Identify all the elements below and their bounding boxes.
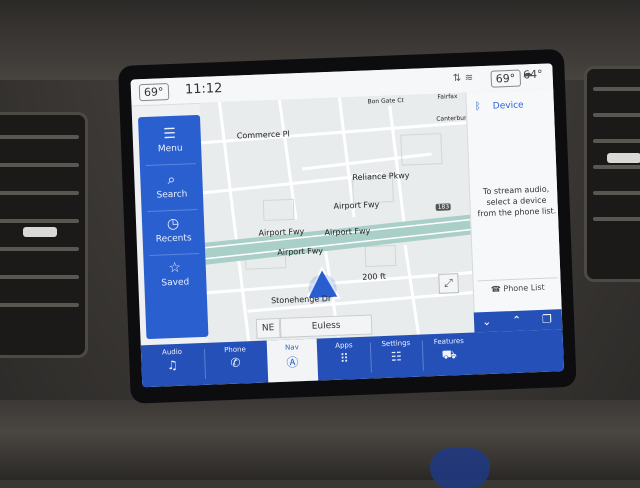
device-panel: ᛒ Device To stream audio, select a devic… <box>465 89 563 321</box>
star-icon: ☆ <box>168 259 182 277</box>
phone-icon: ✆ <box>230 355 241 370</box>
expand-icon[interactable]: ⤢ <box>438 273 459 294</box>
map-label-fairfax: Fairfax <box>437 92 458 101</box>
settings-button[interactable]: Settings ☷ <box>371 335 423 379</box>
side-menu-button[interactable]: ☰ Menu <box>138 125 201 155</box>
outside-temp: 64° <box>522 67 543 82</box>
map-label-canterbury: Canterbury <box>436 114 471 123</box>
audio-label: Audio <box>161 347 183 357</box>
side-search-label: Search <box>156 189 188 201</box>
pages-icon[interactable]: ❐ <box>542 313 552 326</box>
device-title: Device <box>492 100 524 112</box>
infotainment-screen: 69° 11:12 ⇅ ≋ 69° ☁ 64° Commerce Pl Reli… <box>130 63 565 388</box>
phone-button[interactable]: Phone ✆ <box>205 341 267 385</box>
map-label-airport-4: Airport Fwy <box>277 246 324 258</box>
side-search-button[interactable]: ⌕ Search <box>140 171 203 201</box>
side-saved-button[interactable]: ☆ Saved <box>144 259 207 289</box>
route-shield: 183 <box>435 203 452 211</box>
audio-button[interactable]: Audio ♫ <box>141 343 205 387</box>
left-air-vent <box>0 112 88 358</box>
features-label: Features <box>433 336 465 347</box>
clock-icon: ◷ <box>166 215 180 233</box>
dashboard-lower-trim <box>0 400 640 480</box>
map-label-airport-3: Airport Fwy <box>324 226 371 238</box>
map-side-menu: ☰ Menu ⌕ Search ◷ Recents ☆ Saved <box>137 114 209 340</box>
side-recents-button[interactable]: ◷ Recents <box>142 215 205 245</box>
map-canvas <box>199 92 475 343</box>
climate-dial[interactable] <box>430 448 490 488</box>
phone-label: Phone <box>223 345 246 355</box>
features-button[interactable]: Features ⛟ <box>423 333 477 377</box>
wifi-icon: ≋ <box>464 72 474 84</box>
sliders-icon: ☷ <box>390 349 402 364</box>
device-message: To stream audio, select a device from th… <box>477 184 557 219</box>
map-label-airport-1: Airport Fwy <box>333 200 380 211</box>
signal-icon: ⇅ <box>452 72 462 85</box>
bluetooth-icon: ᛒ <box>474 101 482 113</box>
vent-adjuster-knob[interactable] <box>23 227 57 237</box>
apps-grid-icon: ⠿ <box>339 351 350 366</box>
heading-indicator[interactable]: NE <box>255 317 281 339</box>
inside-temp-box[interactable]: 69° <box>138 83 169 102</box>
phone-list-button[interactable]: ☎ Phone List <box>477 277 559 300</box>
car-icon: ⛟ <box>441 347 458 362</box>
hamburger-icon: ☰ <box>163 125 177 143</box>
nav-button[interactable]: Nav Ⓐ <box>266 338 319 383</box>
chevron-up-icon[interactable]: ⌃ <box>512 314 522 327</box>
nav-label: Nav <box>284 343 299 352</box>
music-icon: ♫ <box>166 357 179 373</box>
map-label-bon-gate: Bon Gate Ct <box>367 97 404 106</box>
settings-label: Settings <box>381 338 411 349</box>
search-icon: ⌕ <box>167 171 176 189</box>
navigation-map[interactable]: Commerce Pl Reliance Pkwy Airport Fwy Ai… <box>199 92 475 343</box>
right-temp-box[interactable]: 69° <box>490 69 521 88</box>
vent-adjuster-knob[interactable] <box>607 153 640 163</box>
current-city: Euless <box>279 314 373 338</box>
display-bezel: 69° 11:12 ⇅ ≋ 69° ☁ 64° Commerce Pl Reli… <box>118 48 577 404</box>
scale-label: 200 ft <box>362 271 387 282</box>
side-saved-label: Saved <box>161 277 190 289</box>
right-air-vent <box>584 66 640 282</box>
nav-icon: Ⓐ <box>286 355 299 370</box>
phone-list-label: Phone List <box>503 282 545 294</box>
apps-button[interactable]: Apps ⠿ <box>319 337 371 381</box>
clock: 11:12 <box>184 81 223 98</box>
map-label-airport-2: Airport Fwy <box>258 226 305 238</box>
side-recents-label: Recents <box>155 233 192 245</box>
side-menu-label: Menu <box>157 143 183 155</box>
phone-list-icon: ☎ <box>490 284 504 294</box>
bottom-feature-bar: Audio ♫ Phone ✆ Nav Ⓐ Apps ⠿ Settings ☷ <box>140 329 565 388</box>
apps-label: Apps <box>335 341 353 350</box>
chevron-down-icon[interactable]: ⌄ <box>482 315 492 328</box>
